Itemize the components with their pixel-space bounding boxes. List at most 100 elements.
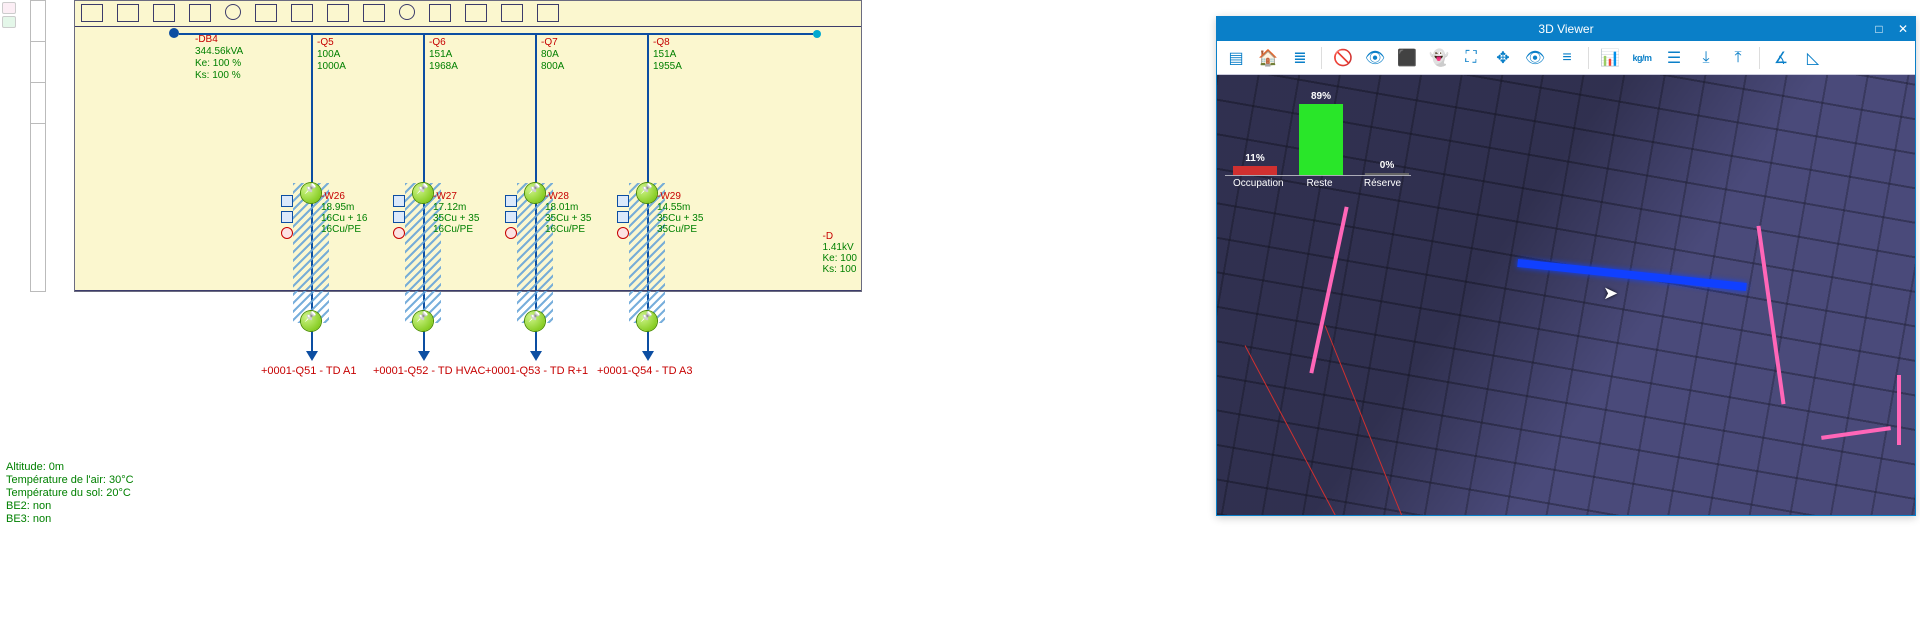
symbol-relay[interactable] bbox=[363, 4, 385, 22]
breaker-a2: 1968A bbox=[429, 61, 458, 72]
arrow-down-icon bbox=[418, 351, 430, 361]
cube-icon[interactable]: ⬛ bbox=[1392, 44, 1422, 72]
import-a-icon[interactable]: ⤓ bbox=[1691, 44, 1721, 72]
schematic-canvas[interactable]: 600A -DB4 344.56kVA Ke: 100 % Ks: 100 % … bbox=[74, 0, 862, 292]
cable-sec: 35Cu + 35 bbox=[433, 213, 479, 224]
viewer-title: 3D Viewer bbox=[1538, 22, 1593, 36]
move-icon[interactable]: ✥ bbox=[1488, 44, 1518, 72]
status-altitude: Altitude: 0m bbox=[6, 461, 134, 474]
kgm-button[interactable]: kg/m bbox=[1627, 44, 1657, 72]
measure-icon[interactable]: ∡ bbox=[1766, 44, 1796, 72]
viewer-titlebar[interactable]: 3D Viewer □ ✕ bbox=[1217, 17, 1915, 41]
cable-label: -W26 18.95m 16Cu + 16 16Cu/PE bbox=[321, 191, 367, 235]
breaker-a2: 1000A bbox=[317, 61, 346, 72]
symbol-fuse[interactable] bbox=[327, 4, 349, 22]
sliders-icon[interactable]: ≡ bbox=[1552, 44, 1582, 72]
cable-label: -W29 14.55m 35Cu + 35 35Cu/PE bbox=[657, 191, 703, 235]
pin-icon[interactable] bbox=[413, 183, 433, 203]
viewer-window[interactable]: 3D Viewer □ ✕ ▤ 🏠 ≣ 🚫 👁 ⬛ 👻 ⛶ ✥ 👁 ≡ 📊 kg… bbox=[1216, 16, 1916, 516]
list-icon[interactable]: ☰ bbox=[1659, 44, 1689, 72]
palette-item-b[interactable] bbox=[2, 16, 16, 28]
breaker-id: -Q7 bbox=[541, 37, 558, 48]
cable-sec: 35Cu + 35 bbox=[545, 213, 591, 224]
data-view-icon[interactable]: ▤ bbox=[1221, 44, 1251, 72]
breaker-a1: 80A bbox=[541, 49, 559, 60]
outgoing-label[interactable]: +0001-Q51 - TD A1 bbox=[261, 365, 381, 377]
cable-len: 14.55m bbox=[657, 202, 690, 213]
right-block-id: -D bbox=[823, 231, 834, 242]
cable-len: 18.01m bbox=[545, 202, 578, 213]
bar-occupation: 11% bbox=[1233, 153, 1277, 175]
cable-label: -W28 18.01m 35Cu + 35 16Cu/PE bbox=[545, 191, 591, 235]
symbol-contact[interactable] bbox=[189, 4, 211, 22]
eye-icon[interactable]: 👁 bbox=[1520, 44, 1550, 72]
db4-kva: 344.56kVA bbox=[195, 46, 243, 57]
breaker-id: -Q8 bbox=[653, 37, 670, 48]
home-icon[interactable]: 🏠 bbox=[1253, 44, 1283, 72]
chart-bars: 11% 89% 0% bbox=[1225, 81, 1411, 175]
pin-icon[interactable] bbox=[637, 311, 657, 331]
ghost-icon[interactable]: 👻 bbox=[1424, 44, 1454, 72]
pin-icon[interactable] bbox=[301, 311, 321, 331]
breaker-a1: 100A bbox=[317, 49, 340, 60]
right-block-ke: Ke: 100 bbox=[823, 253, 857, 264]
breaker-id: -Q5 bbox=[317, 37, 334, 48]
breaker-a2: 800A bbox=[541, 61, 564, 72]
cable-id: -W29 bbox=[657, 191, 681, 202]
cursor-icon: ➤ bbox=[1603, 283, 1618, 304]
db4-id: -DB4 bbox=[195, 34, 218, 45]
bar-rect bbox=[1365, 173, 1409, 175]
device-stack bbox=[505, 195, 517, 245]
outgoing-label[interactable]: +0001-Q54 - TD A3 bbox=[597, 365, 717, 377]
cable-id: -W28 bbox=[545, 191, 569, 202]
symbol-transformer[interactable] bbox=[117, 4, 139, 22]
cable-pe: 35Cu/PE bbox=[657, 224, 697, 235]
layers-icon[interactable]: ≣ bbox=[1285, 44, 1315, 72]
pin-icon[interactable] bbox=[301, 183, 321, 203]
symbol-breaker[interactable] bbox=[429, 4, 451, 22]
palette-item-a[interactable] bbox=[2, 2, 16, 14]
expand-icon[interactable]: ⛶ bbox=[1456, 44, 1486, 72]
device-stack bbox=[617, 195, 629, 245]
eye-all-icon[interactable]: 👁 bbox=[1360, 44, 1390, 72]
symbol-panel[interactable] bbox=[501, 4, 523, 22]
breaker-label: -Q6 151A 1968A bbox=[429, 37, 458, 73]
outgoing-label[interactable]: +0001-Q52 - TD HVAC bbox=[373, 365, 493, 377]
pin-icon[interactable] bbox=[637, 183, 657, 203]
symbol-busbar[interactable] bbox=[537, 4, 559, 22]
bus-top-note: 600A bbox=[671, 0, 694, 2]
breaker-a2: 1955A bbox=[653, 61, 682, 72]
cable-pe: 16Cu/PE bbox=[321, 224, 361, 235]
pin-icon[interactable] bbox=[413, 311, 433, 331]
bar-reste: 89% bbox=[1299, 91, 1343, 175]
arrow-down-icon bbox=[530, 351, 542, 361]
close-button[interactable]: ✕ bbox=[1891, 17, 1915, 41]
chart-icon[interactable]: 📊 bbox=[1595, 44, 1625, 72]
bar-reserve: 0% bbox=[1365, 160, 1409, 175]
bar-value: 0% bbox=[1380, 160, 1394, 171]
eye-off-icon[interactable]: 🚫 bbox=[1328, 44, 1358, 72]
cable-len: 18.95m bbox=[321, 202, 354, 213]
pin-icon[interactable] bbox=[525, 183, 545, 203]
symbol-switch[interactable] bbox=[153, 4, 175, 22]
symbol-ground[interactable] bbox=[465, 4, 487, 22]
symbol-meter[interactable] bbox=[225, 4, 241, 20]
axis-label: Reste bbox=[1299, 178, 1340, 189]
pin-icon[interactable] bbox=[525, 311, 545, 331]
symbol-block-b[interactable] bbox=[291, 4, 313, 22]
symbol-box[interactable] bbox=[81, 4, 103, 22]
symbol-lamp[interactable] bbox=[399, 4, 415, 20]
busbar-terminal-right[interactable] bbox=[813, 30, 821, 38]
db4-block[interactable]: -DB4 344.56kVA Ke: 100 % Ks: 100 % bbox=[195, 34, 243, 82]
angle-icon[interactable]: ◺ bbox=[1798, 44, 1828, 72]
bar-value: 89% bbox=[1311, 91, 1331, 102]
environment-status: Altitude: 0m Température de l'air: 30°C … bbox=[6, 461, 134, 526]
maximize-button[interactable]: □ bbox=[1867, 17, 1891, 41]
cable-sec: 16Cu + 16 bbox=[321, 213, 367, 224]
import-b-icon[interactable]: ⤒ bbox=[1723, 44, 1753, 72]
outgoing-label[interactable]: +0001-Q53 - TD R+1 bbox=[485, 365, 605, 377]
busbar[interactable] bbox=[179, 33, 813, 35]
busbar-terminal-left[interactable] bbox=[169, 28, 179, 38]
schematic-canvas-wrap: 600A -DB4 344.56kVA Ke: 100 % Ks: 100 % … bbox=[26, 0, 862, 400]
symbol-block-a[interactable] bbox=[255, 4, 277, 22]
